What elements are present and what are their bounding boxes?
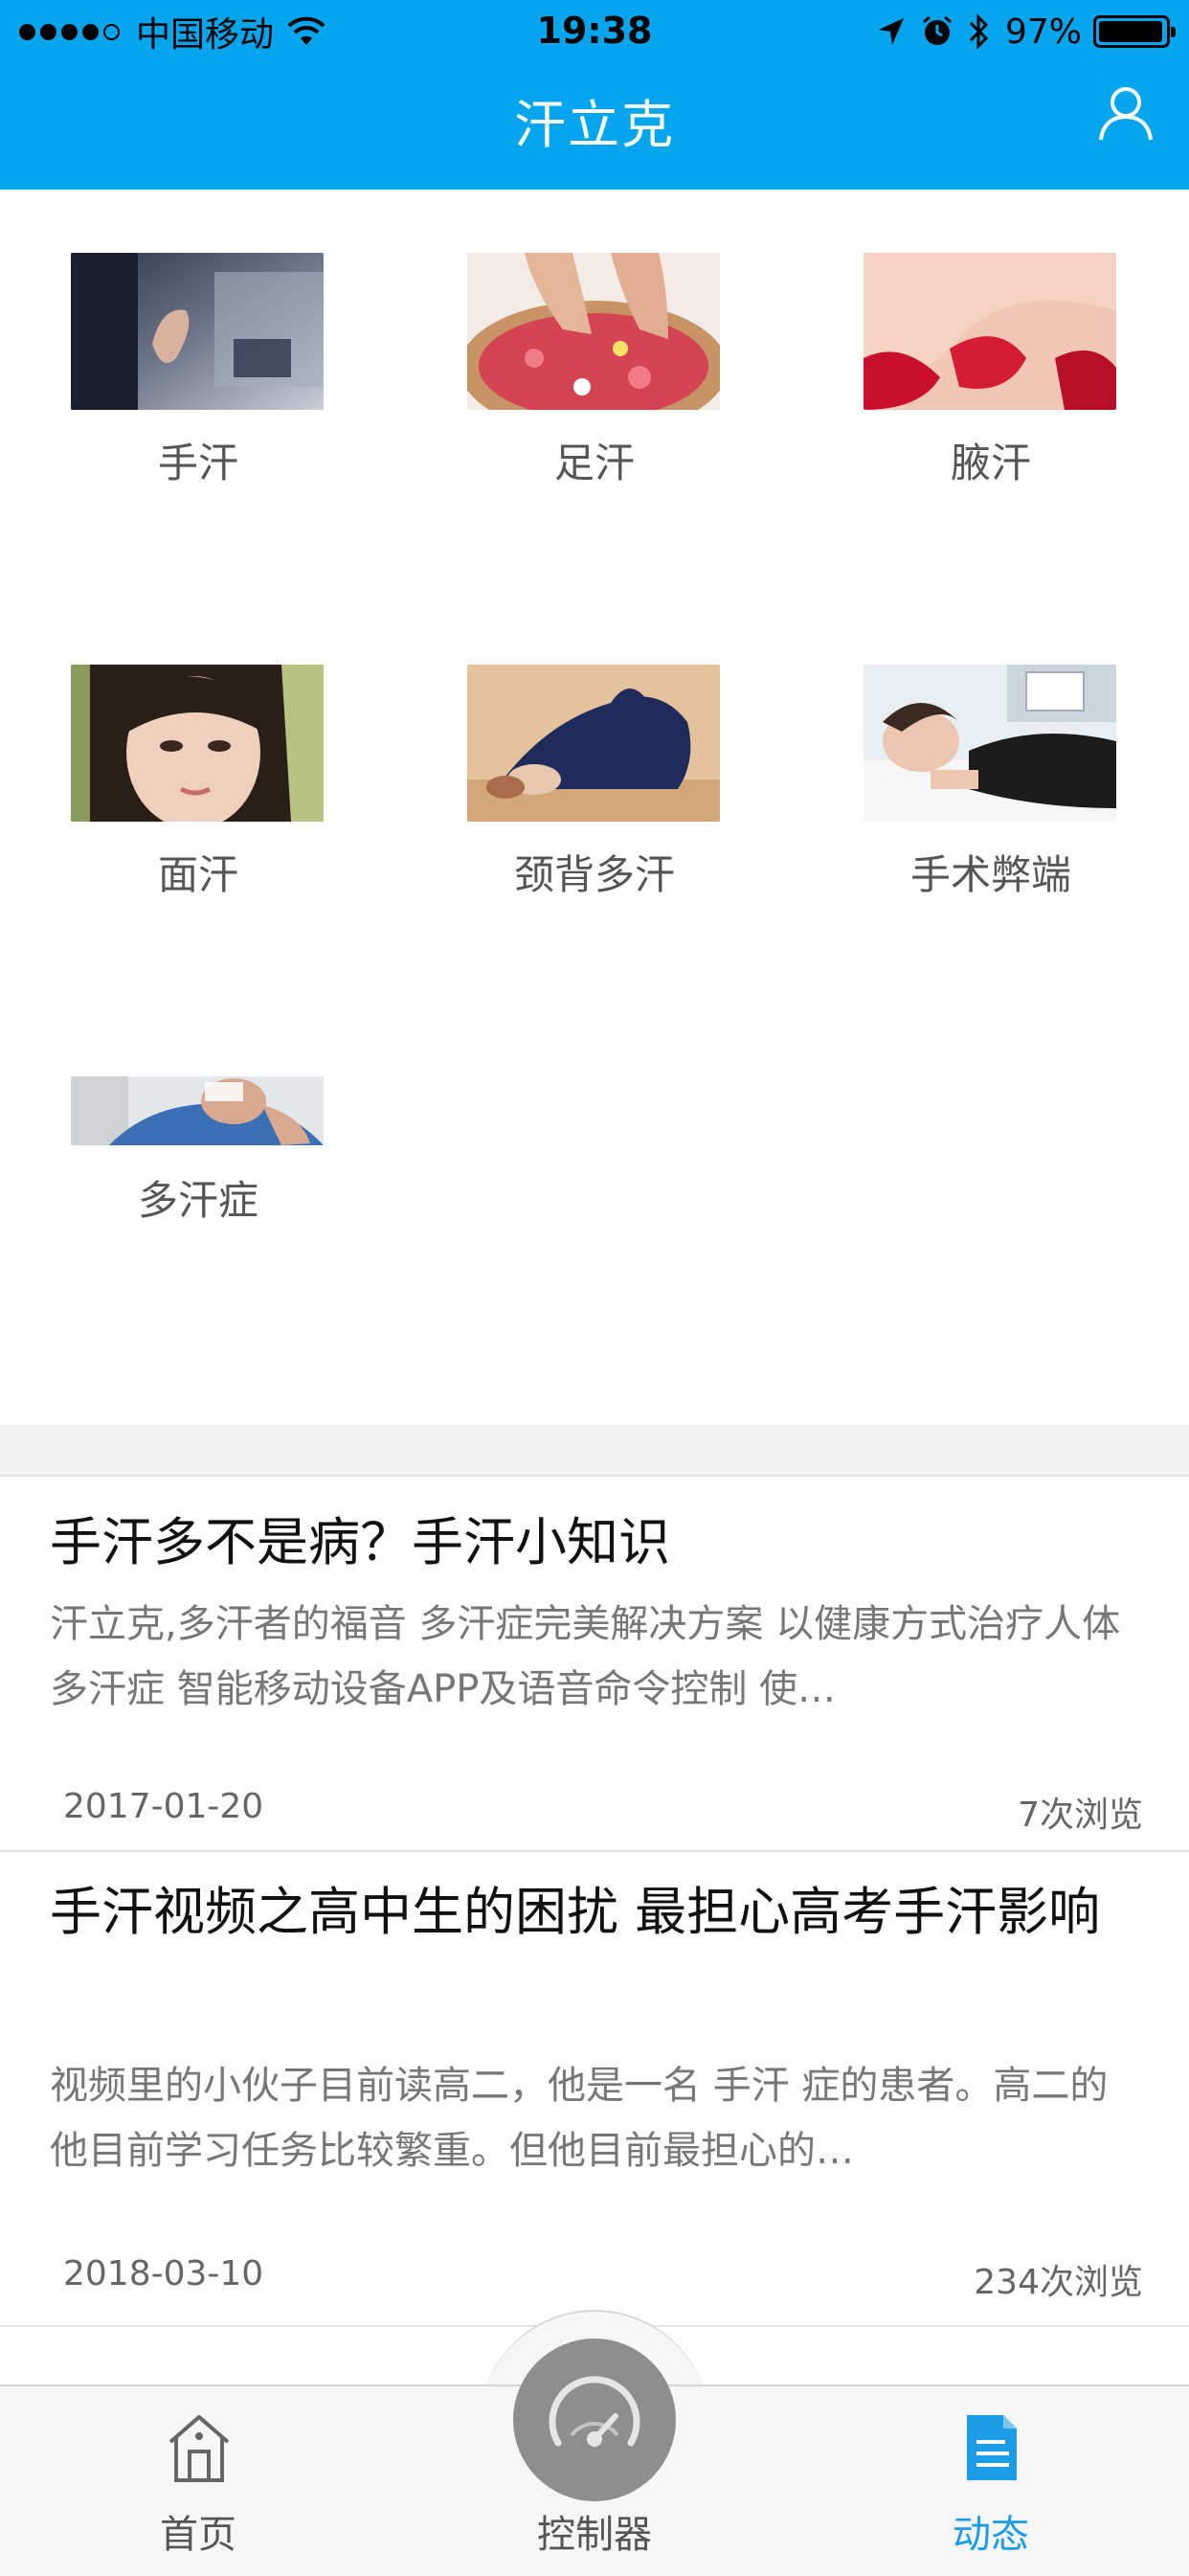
category-sweaty-feet[interactable]: 足汗 xyxy=(396,190,793,506)
category-label: 腋汗 xyxy=(950,440,1031,486)
article-title: 手汗多不是病？手汗小知识 xyxy=(50,1512,670,1572)
category-label: 多汗症 xyxy=(137,1177,258,1224)
article-title: 手汗视频之高中生的困扰 最担心高考手汗影响 xyxy=(50,1882,1101,1942)
controller-button[interactable] xyxy=(513,2339,676,2501)
category-sweaty-hands[interactable]: 手汗 xyxy=(0,190,396,506)
category-hyperhidrosis[interactable]: 多汗症 xyxy=(0,1013,396,1329)
status-bar: 中国移动 19:38 97% xyxy=(0,0,1189,63)
article-card[interactable]: 手汗多不是病？手汗小知识 汗立克,多汗者的福音 多汗症完美解决方案 以健康方式治… xyxy=(0,1477,1189,1852)
bluetooth-icon xyxy=(969,13,989,50)
speedometer-icon xyxy=(549,2376,640,2447)
article-date: 2018-03-10 xyxy=(63,2254,264,2294)
category-thumbnail xyxy=(71,665,324,822)
section-divider xyxy=(0,1425,1189,1477)
category-face-sweat[interactable]: 面汗 xyxy=(0,601,396,917)
category-thumbnail xyxy=(864,253,1116,410)
home-icon xyxy=(168,2415,230,2482)
category-thumbnail xyxy=(864,665,1116,822)
category-thumbnail xyxy=(467,665,720,822)
article-summary: 视频里的小伙子目前读高二，他是一名 手汗 症的患者。高二的他目前学习任务比较繁重… xyxy=(50,2064,1109,2173)
tab-news[interactable]: 动态 xyxy=(793,2386,1189,2576)
status-right: 97% xyxy=(877,10,1176,54)
alarm-icon xyxy=(923,15,952,45)
battery-icon xyxy=(1093,15,1176,48)
article-date: 2017-01-20 xyxy=(63,1787,264,1826)
article-views: 7次浏览 xyxy=(1018,1796,1143,1835)
article-card[interactable]: 手汗视频之高中生的困扰 最担心高考手汗影响 视频里的小伙子目前读高二，他是一名 … xyxy=(0,1852,1189,2327)
tab-label: 控制器 xyxy=(537,2513,652,2557)
category-label: 手汗 xyxy=(157,440,238,486)
category-label: 手术弊端 xyxy=(909,851,1071,898)
article-views: 234次浏览 xyxy=(974,2263,1143,2302)
location-arrow-icon xyxy=(878,18,904,45)
tab-home[interactable]: 首页 xyxy=(0,2386,396,2576)
battery-percent: 97% xyxy=(1004,11,1082,52)
category-thumbnail xyxy=(71,1076,324,1145)
category-label: 足汗 xyxy=(553,440,635,486)
document-icon xyxy=(967,2415,1017,2480)
app-header: 中国移动 19:38 97% 汗立克 xyxy=(0,0,1189,190)
category-label: 颈背多汗 xyxy=(513,851,675,898)
page-title: 汗立克 xyxy=(514,95,675,155)
category-grid: 手汗 足汗 腋汗 面汗 颈背多汗 手术弊端 多汗症 xyxy=(0,190,1189,1425)
category-armpit-sweat[interactable]: 腋汗 xyxy=(793,190,1189,506)
category-surgery-drawbacks[interactable]: 手术弊端 xyxy=(793,601,1189,917)
tab-label: 首页 xyxy=(160,2513,236,2557)
user-profile-icon[interactable] xyxy=(1095,82,1156,144)
tab-label: 动态 xyxy=(953,2513,1029,2557)
category-neck-back-sweat[interactable]: 颈背多汗 xyxy=(396,601,793,917)
article-summary: 汗立克,多汗者的福音 多汗症完美解决方案 以健康方式治疗人体多汗症 智能移动设备… xyxy=(50,1602,1121,1711)
category-thumbnail xyxy=(71,253,324,410)
category-label: 面汗 xyxy=(157,851,238,898)
category-thumbnail xyxy=(467,253,720,410)
